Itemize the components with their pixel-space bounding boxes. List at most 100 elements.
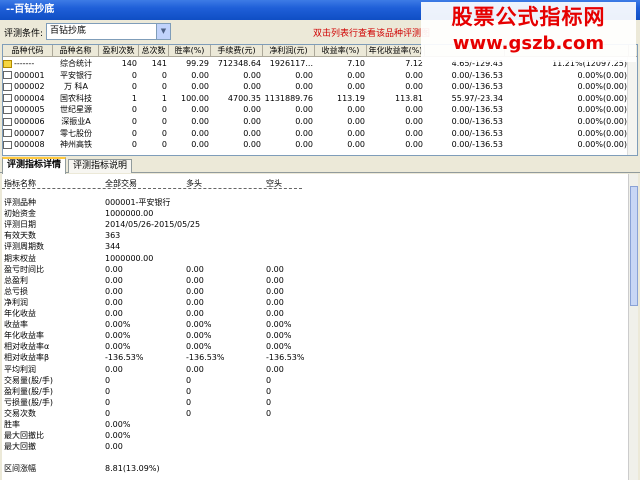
table-cell: 0.00%(0.00) bbox=[577, 70, 627, 80]
table-cell: 0.00 bbox=[191, 105, 209, 115]
table-cell: 0.00 bbox=[295, 117, 313, 126]
table-cell: 0.00%(0.00) bbox=[577, 105, 627, 115]
table-row[interactable]: 000002 万 科A 0 0 0.00 0.00 0.00 0.00 0.00 0.00/-13… bbox=[3, 81, 637, 92]
metric-cell: 0.00 bbox=[105, 275, 123, 285]
table-cell: 0 bbox=[131, 140, 137, 150]
metric-cell: 期末权益 bbox=[4, 253, 36, 263]
column-header[interactable]: 总次数 bbox=[139, 45, 169, 57]
table-cell: 0.00 bbox=[405, 105, 423, 115]
table-cell: 0.00 bbox=[243, 82, 261, 92]
metric-row: 收益率 0.00% 0.00% 0.00% bbox=[2, 319, 628, 330]
metric-cell: 0.00% bbox=[266, 320, 292, 330]
cell-text: ------- bbox=[14, 59, 35, 68]
metric-cell: 0 bbox=[105, 397, 111, 407]
detail-scrollbar-thumb[interactable] bbox=[630, 186, 638, 306]
document-icon bbox=[3, 105, 12, 114]
document-icon bbox=[3, 129, 12, 138]
metric-cell: 0 bbox=[266, 408, 272, 418]
detail-scrollbar[interactable] bbox=[628, 174, 638, 480]
table-row[interactable]: 000004 国农科技 1 1 100.00 4700.35 1131889.76 113.1… bbox=[3, 93, 637, 104]
table-cell: 0.00 bbox=[405, 128, 423, 138]
table-cell: 113.81 bbox=[395, 93, 423, 103]
table-scrollbar[interactable] bbox=[627, 57, 637, 155]
table-cell: 0.00 bbox=[347, 128, 365, 138]
table-cell: 0 bbox=[131, 70, 137, 80]
table-cell: 0.00 bbox=[295, 70, 313, 80]
metric-cell: 0 bbox=[186, 408, 192, 418]
table-cell: 0.00 bbox=[191, 82, 209, 92]
metric-row: 亏损量(股/手) 0 0 0 bbox=[2, 397, 628, 408]
table-cell: 0.00 bbox=[295, 105, 313, 115]
column-header[interactable]: 手续费(元) bbox=[211, 45, 263, 57]
table-cell: 0 bbox=[161, 105, 167, 115]
metric-row: 评测日期 2014/05/26-2015/05/25 bbox=[2, 219, 628, 230]
metric-row: 评测周期数 344 bbox=[2, 241, 628, 252]
table-cell: 世纪星源 bbox=[60, 105, 92, 115]
metric-row: 相对收益率β -136.53% -136.53% -136.53% bbox=[2, 352, 628, 363]
metric-row: 最大回撤比 0.00% bbox=[2, 430, 628, 441]
table-row[interactable]: 000006 深振业A 0 0 0.00 0.00 0.00 0.00 0.00 0.00/-13… bbox=[3, 116, 637, 127]
table-cell: 000006 bbox=[3, 116, 53, 127]
filter-hint: 双击列表行查看该品种评测图 bbox=[313, 29, 431, 39]
column-header[interactable]: 盈利次数 bbox=[99, 45, 139, 57]
metric-cell: 年化收益 bbox=[4, 309, 36, 318]
metric-row: 交易次数 0 0 0 bbox=[2, 408, 628, 419]
metric-cell: 0.00 bbox=[266, 275, 284, 285]
column-header[interactable]: 品种名称 bbox=[53, 45, 99, 57]
detail-divider bbox=[2, 188, 302, 189]
table-cell: 神州高铁 bbox=[60, 140, 92, 150]
table-cell: 0 bbox=[161, 82, 167, 92]
metric-cell: 0.00 bbox=[186, 286, 204, 296]
table-cell: 0.00/-136.53 bbox=[451, 70, 503, 80]
table-cell: 0.00/-136.53 bbox=[451, 117, 503, 126]
metric-cell: 胜率 bbox=[4, 420, 20, 429]
table-cell: 0.00%(0.00) bbox=[577, 128, 627, 138]
filter-select[interactable]: 百钻抄底 ▼ bbox=[46, 23, 171, 40]
tab-metric-description[interactable]: 评测指标说明 bbox=[68, 159, 133, 173]
table-cell: 141 bbox=[151, 59, 167, 68]
table-cell: 000004 bbox=[3, 93, 53, 104]
table-cell: 0.00 bbox=[347, 105, 365, 115]
table-cell: 55.97/-23.34 bbox=[451, 93, 503, 103]
table-row[interactable]: 000007 零七股份 0 0 0.00 0.00 0.00 0.00 0.00 0.00/-13… bbox=[3, 128, 637, 139]
table-cell: 0 bbox=[161, 117, 167, 126]
cell-text: 000004 bbox=[14, 93, 45, 103]
table-cell: 712348.64 bbox=[217, 59, 261, 68]
table-cell: 0.00/-136.53 bbox=[451, 105, 503, 115]
detail-tabs: 评测指标详情 评测指标说明 bbox=[0, 157, 640, 174]
table-cell: 000005 bbox=[3, 104, 53, 115]
table-cell: 综合统计 bbox=[60, 59, 92, 68]
metric-row: 期末权益 1000000.00 bbox=[2, 253, 628, 264]
metric-row: 评测品种 000001-平安银行 bbox=[2, 197, 628, 208]
table-cell: 000008 bbox=[3, 139, 53, 150]
metric-details-panel: 指标名称 全部交易 多头 空头 评测品种 000001-平安银行 初始资金 10000… bbox=[2, 174, 628, 480]
metric-row: 盈亏时间比 0.00 0.00 0.00 bbox=[2, 264, 628, 275]
chevron-down-icon[interactable]: ▼ bbox=[156, 24, 170, 39]
metric-cell: 最大回撤比 bbox=[4, 431, 44, 441]
metric-cell: 0.00% bbox=[266, 331, 292, 341]
column-header[interactable]: 品种代码 bbox=[3, 45, 53, 57]
table-cell: 0 bbox=[131, 117, 137, 126]
cell-text: 000002 bbox=[14, 82, 45, 92]
metric-cell: 0.00% bbox=[105, 431, 131, 441]
column-header[interactable]: 胜率(%) bbox=[169, 45, 211, 57]
metric-row: 平均利润 0.00 0.00 0.00 bbox=[2, 364, 628, 375]
column-header[interactable]: 收益率(%) bbox=[315, 45, 367, 57]
metric-cell: 亏损量(股/手) bbox=[4, 397, 53, 407]
tab-metric-details[interactable]: 评测指标详情 bbox=[2, 157, 67, 174]
metric-cell: 平均利润 bbox=[4, 364, 36, 374]
column-header[interactable]: 净利润(元) bbox=[263, 45, 315, 57]
table-cell: 0.00/-136.53 bbox=[451, 140, 503, 150]
table-cell: 0.00 bbox=[243, 128, 261, 138]
table-row[interactable]: 000001 平安银行 0 0 0.00 0.00 0.00 0.00 0.00 0.00/-13… bbox=[3, 70, 637, 81]
table-cell: 0.00 bbox=[243, 140, 261, 150]
table-cell: 平安银行 bbox=[60, 70, 92, 80]
document-icon bbox=[3, 82, 12, 91]
metric-cell: 0.00% bbox=[105, 342, 131, 352]
cell-text: 000005 bbox=[14, 105, 45, 115]
column-header[interactable]: 年化收益率(%) bbox=[367, 45, 425, 57]
table-row[interactable]: 000008 神州高铁 0 0 0.00 0.00 0.00 0.00 0.00 0.00/-13… bbox=[3, 139, 637, 150]
table-row[interactable]: 000005 世纪星源 0 0 0.00 0.00 0.00 0.00 0.00 0.00/-13… bbox=[3, 104, 637, 115]
table-cell: 0.00/-136.53 bbox=[451, 128, 503, 138]
metric-cell: 0.00% bbox=[186, 320, 212, 330]
